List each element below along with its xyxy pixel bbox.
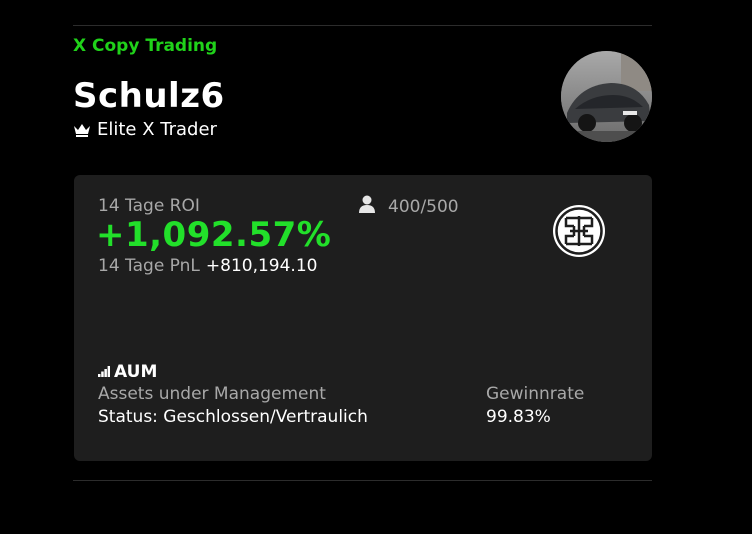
win-rate-value: 99.83% — [486, 407, 551, 427]
brand-title: X Copy Trading — [73, 36, 218, 56]
top-divider — [73, 25, 652, 26]
copiers-count: 400/500 — [358, 195, 459, 218]
pnl-label: 14 Tage PnL — [98, 256, 200, 276]
trader-name: Schulz6 — [73, 76, 225, 116]
copiers-value: 400/500 — [388, 196, 459, 217]
bottom-divider — [73, 480, 652, 481]
user-icon — [358, 195, 376, 218]
aum-title: AUM — [98, 362, 157, 382]
tier-label: Elite X Trader — [97, 119, 217, 140]
aum-title-text: AUM — [114, 362, 158, 382]
roi-value: +1,092.57% — [96, 215, 332, 255]
trader-stats-card[interactable]: 14 Tage ROI +1,092.57% 14 Tage PnL +810,1… — [74, 175, 652, 461]
aum-subtitle: Assets under Management — [98, 384, 326, 404]
win-rate-label: Gewinnrate — [486, 384, 585, 404]
emblem-icon — [552, 204, 606, 258]
pnl-value: +810,194.10 — [205, 256, 318, 276]
crown-icon — [73, 123, 91, 137]
bar-chart-icon — [98, 362, 110, 382]
aum-status: Status: Geschlossen/Vertraulich — [98, 407, 368, 427]
roi-label: 14 Tage ROI — [98, 196, 200, 216]
avatar[interactable] — [561, 51, 652, 142]
pnl-row: 14 Tage PnL +810,194.10 — [98, 256, 317, 276]
trader-tier: Elite X Trader — [73, 119, 217, 140]
